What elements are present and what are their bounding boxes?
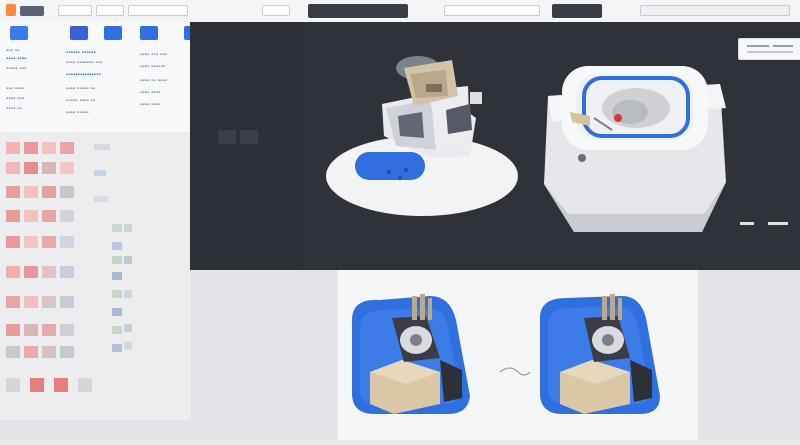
preview-thumbnails: [352, 294, 660, 414]
machine-thumbnail-right[interactable]: [540, 294, 660, 414]
machine-thumbnail-left[interactable]: [352, 294, 531, 414]
